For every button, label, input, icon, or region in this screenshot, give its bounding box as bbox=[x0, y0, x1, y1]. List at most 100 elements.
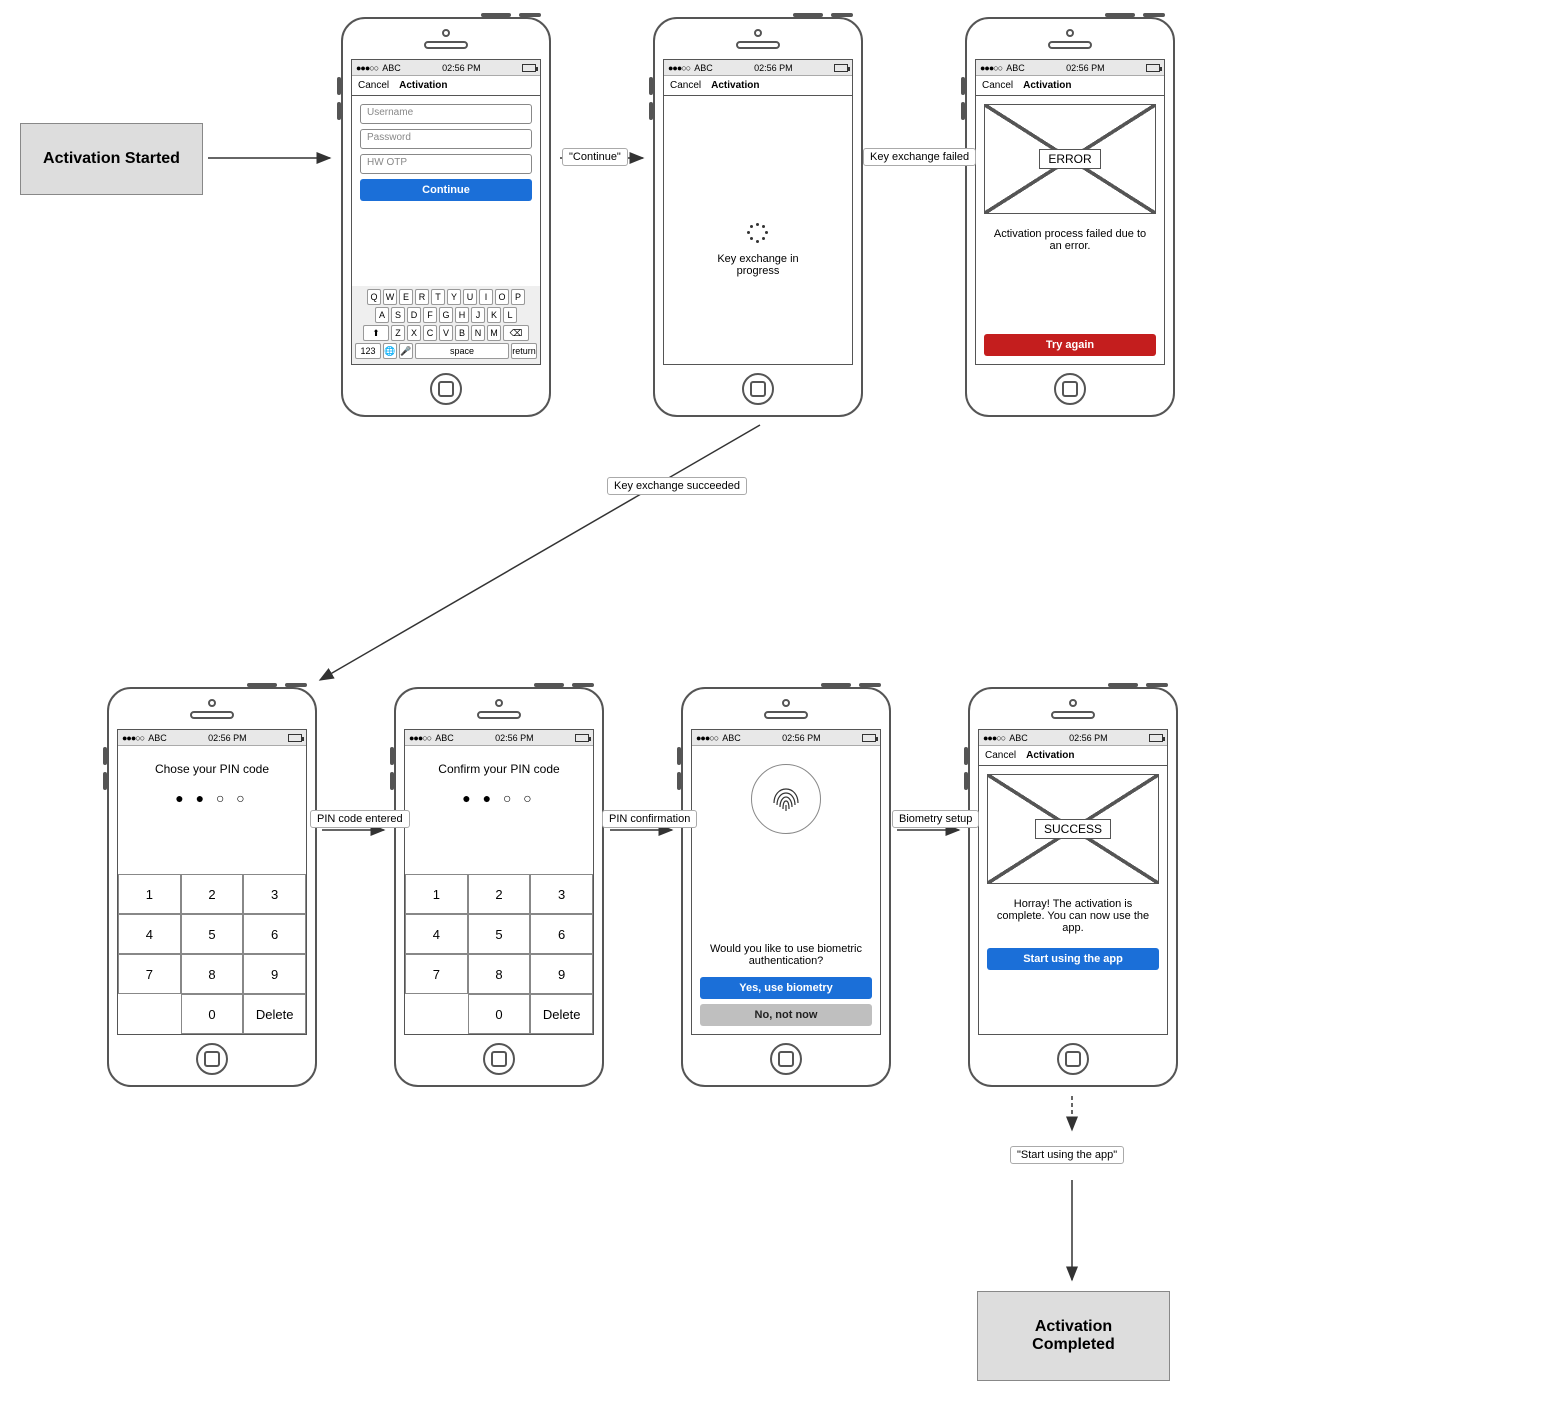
pin-keypad[interactable]: 123 456 7890Delete bbox=[405, 874, 593, 1034]
pinkey-delete[interactable]: Delete bbox=[530, 994, 593, 1034]
home-button[interactable] bbox=[430, 373, 462, 405]
error-tag: ERROR bbox=[1039, 149, 1100, 169]
pinkey-1[interactable]: 1 bbox=[118, 874, 181, 914]
pinkey-9[interactable]: 9 bbox=[530, 954, 593, 994]
key-k[interactable]: K bbox=[487, 307, 501, 323]
pin-title: Confirm your PIN code bbox=[405, 762, 593, 776]
mic-key[interactable]: 🎤 bbox=[399, 343, 413, 359]
loading-text: Key exchange in progress bbox=[708, 253, 808, 277]
start-app-button[interactable]: Start using the app bbox=[987, 948, 1159, 970]
pinkey-4[interactable]: 4 bbox=[118, 914, 181, 954]
phone-error: ●●●○○ABC02:56 PM CancelActivation ERROR … bbox=[965, 17, 1175, 417]
key-m[interactable]: M bbox=[487, 325, 501, 341]
success-text: Horray! The activation is complete. You … bbox=[991, 898, 1155, 934]
key-o[interactable]: O bbox=[495, 289, 509, 305]
no-biometry-button[interactable]: No, not now bbox=[700, 1004, 872, 1026]
cancel-link[interactable]: Cancel bbox=[985, 750, 1016, 761]
home-button[interactable] bbox=[1054, 373, 1086, 405]
nav-title: Activation bbox=[711, 80, 759, 91]
key-w[interactable]: W bbox=[383, 289, 397, 305]
key-s[interactable]: S bbox=[391, 307, 405, 323]
state-activation-started: Activation Started bbox=[20, 123, 203, 195]
arrow-label-failed: Key exchange failed bbox=[863, 148, 976, 166]
key-h[interactable]: H bbox=[455, 307, 469, 323]
cancel-link[interactable]: Cancel bbox=[358, 80, 389, 91]
pinkey-4[interactable]: 4 bbox=[405, 914, 468, 954]
key-a[interactable]: A bbox=[375, 307, 389, 323]
otp-field[interactable]: HW OTP bbox=[360, 154, 532, 174]
shift-key[interactable]: ⬆ bbox=[363, 325, 389, 341]
key-l[interactable]: L bbox=[503, 307, 517, 323]
try-again-button[interactable]: Try again bbox=[984, 334, 1156, 356]
home-button[interactable] bbox=[770, 1043, 802, 1075]
arrow-label-pin-entered: PIN code entered bbox=[310, 810, 410, 828]
phone-loading: ●●●○○ABC02:56 PM CancelActivation Key ex… bbox=[653, 17, 863, 417]
pinkey-9[interactable]: 9 bbox=[243, 954, 306, 994]
username-field[interactable]: Username bbox=[360, 104, 532, 124]
pin-dots: ● ● ○ ○ bbox=[405, 790, 593, 806]
home-button[interactable] bbox=[742, 373, 774, 405]
key-t[interactable]: T bbox=[431, 289, 445, 305]
pinkey-7[interactable]: 7 bbox=[405, 954, 468, 994]
pinkey-delete[interactable]: Delete bbox=[243, 994, 306, 1034]
nav-title: Activation bbox=[399, 80, 447, 91]
error-text: Activation process failed due to an erro… bbox=[990, 228, 1150, 252]
key-z[interactable]: Z bbox=[391, 325, 405, 341]
home-button[interactable] bbox=[483, 1043, 515, 1075]
status-bar: ●●●○○ABC02:56 PM bbox=[692, 730, 880, 746]
pinkey-8[interactable]: 8 bbox=[468, 954, 531, 994]
pinkey-8[interactable]: 8 bbox=[181, 954, 244, 994]
pinkey-5[interactable]: 5 bbox=[181, 914, 244, 954]
state-label: Activation Started bbox=[43, 150, 180, 167]
key-b[interactable]: B bbox=[455, 325, 469, 341]
nav-bar: Cancel Activation bbox=[979, 746, 1167, 766]
error-image-placeholder: ERROR bbox=[984, 104, 1156, 214]
cancel-link[interactable]: Cancel bbox=[670, 80, 701, 91]
pinkey-7[interactable]: 7 bbox=[118, 954, 181, 994]
pinkey-2[interactable]: 2 bbox=[181, 874, 244, 914]
key-d[interactable]: D bbox=[407, 307, 421, 323]
key-c[interactable]: C bbox=[423, 325, 437, 341]
password-field[interactable]: Password bbox=[360, 129, 532, 149]
space-key[interactable]: space bbox=[415, 343, 509, 359]
yes-biometry-button[interactable]: Yes, use biometry bbox=[700, 977, 872, 999]
key-j[interactable]: J bbox=[471, 307, 485, 323]
pinkey-3[interactable]: 3 bbox=[530, 874, 593, 914]
pinkey-2[interactable]: 2 bbox=[468, 874, 531, 914]
cancel-link[interactable]: Cancel bbox=[982, 80, 1013, 91]
biometry-text: Would you like to use biometric authenti… bbox=[706, 943, 866, 967]
keyboard[interactable]: QWERTYUIOP ASDFGHJKL ⬆ZXCVBNM⌫ 123🌐🎤spac… bbox=[352, 286, 540, 364]
key-e[interactable]: E bbox=[399, 289, 413, 305]
key-x[interactable]: X bbox=[407, 325, 421, 341]
pinkey-5[interactable]: 5 bbox=[468, 914, 531, 954]
fingerprint-icon bbox=[751, 764, 821, 834]
pinkey-1[interactable]: 1 bbox=[405, 874, 468, 914]
home-button[interactable] bbox=[1057, 1043, 1089, 1075]
key-r[interactable]: R bbox=[415, 289, 429, 305]
key-g[interactable]: G bbox=[439, 307, 453, 323]
numbers-key[interactable]: 123 bbox=[355, 343, 381, 359]
backspace-key[interactable]: ⌫ bbox=[503, 325, 529, 341]
pinkey-6[interactable]: 6 bbox=[530, 914, 593, 954]
key-f[interactable]: F bbox=[423, 307, 437, 323]
pinkey-6[interactable]: 6 bbox=[243, 914, 306, 954]
status-bar: ●●●○○ABC02:56 PM bbox=[976, 60, 1164, 76]
home-button[interactable] bbox=[196, 1043, 228, 1075]
pinkey-0[interactable]: 0 bbox=[468, 994, 531, 1034]
key-q[interactable]: Q bbox=[367, 289, 381, 305]
key-u[interactable]: U bbox=[463, 289, 477, 305]
pin-keypad[interactable]: 123 456 7890Delete bbox=[118, 874, 306, 1034]
pinkey-0[interactable]: 0 bbox=[181, 994, 244, 1034]
key-p[interactable]: P bbox=[511, 289, 525, 305]
state-activation-completed: Activation Completed bbox=[977, 1291, 1170, 1381]
continue-button[interactable]: Continue bbox=[360, 179, 532, 201]
nav-title: Activation bbox=[1026, 750, 1074, 761]
arrow-label-start-app: "Start using the app" bbox=[1010, 1146, 1124, 1164]
key-v[interactable]: V bbox=[439, 325, 453, 341]
key-i[interactable]: I bbox=[479, 289, 493, 305]
key-n[interactable]: N bbox=[471, 325, 485, 341]
return-key[interactable]: return bbox=[511, 343, 537, 359]
key-y[interactable]: Y bbox=[447, 289, 461, 305]
pinkey-3[interactable]: 3 bbox=[243, 874, 306, 914]
globe-key[interactable]: 🌐 bbox=[383, 343, 397, 359]
